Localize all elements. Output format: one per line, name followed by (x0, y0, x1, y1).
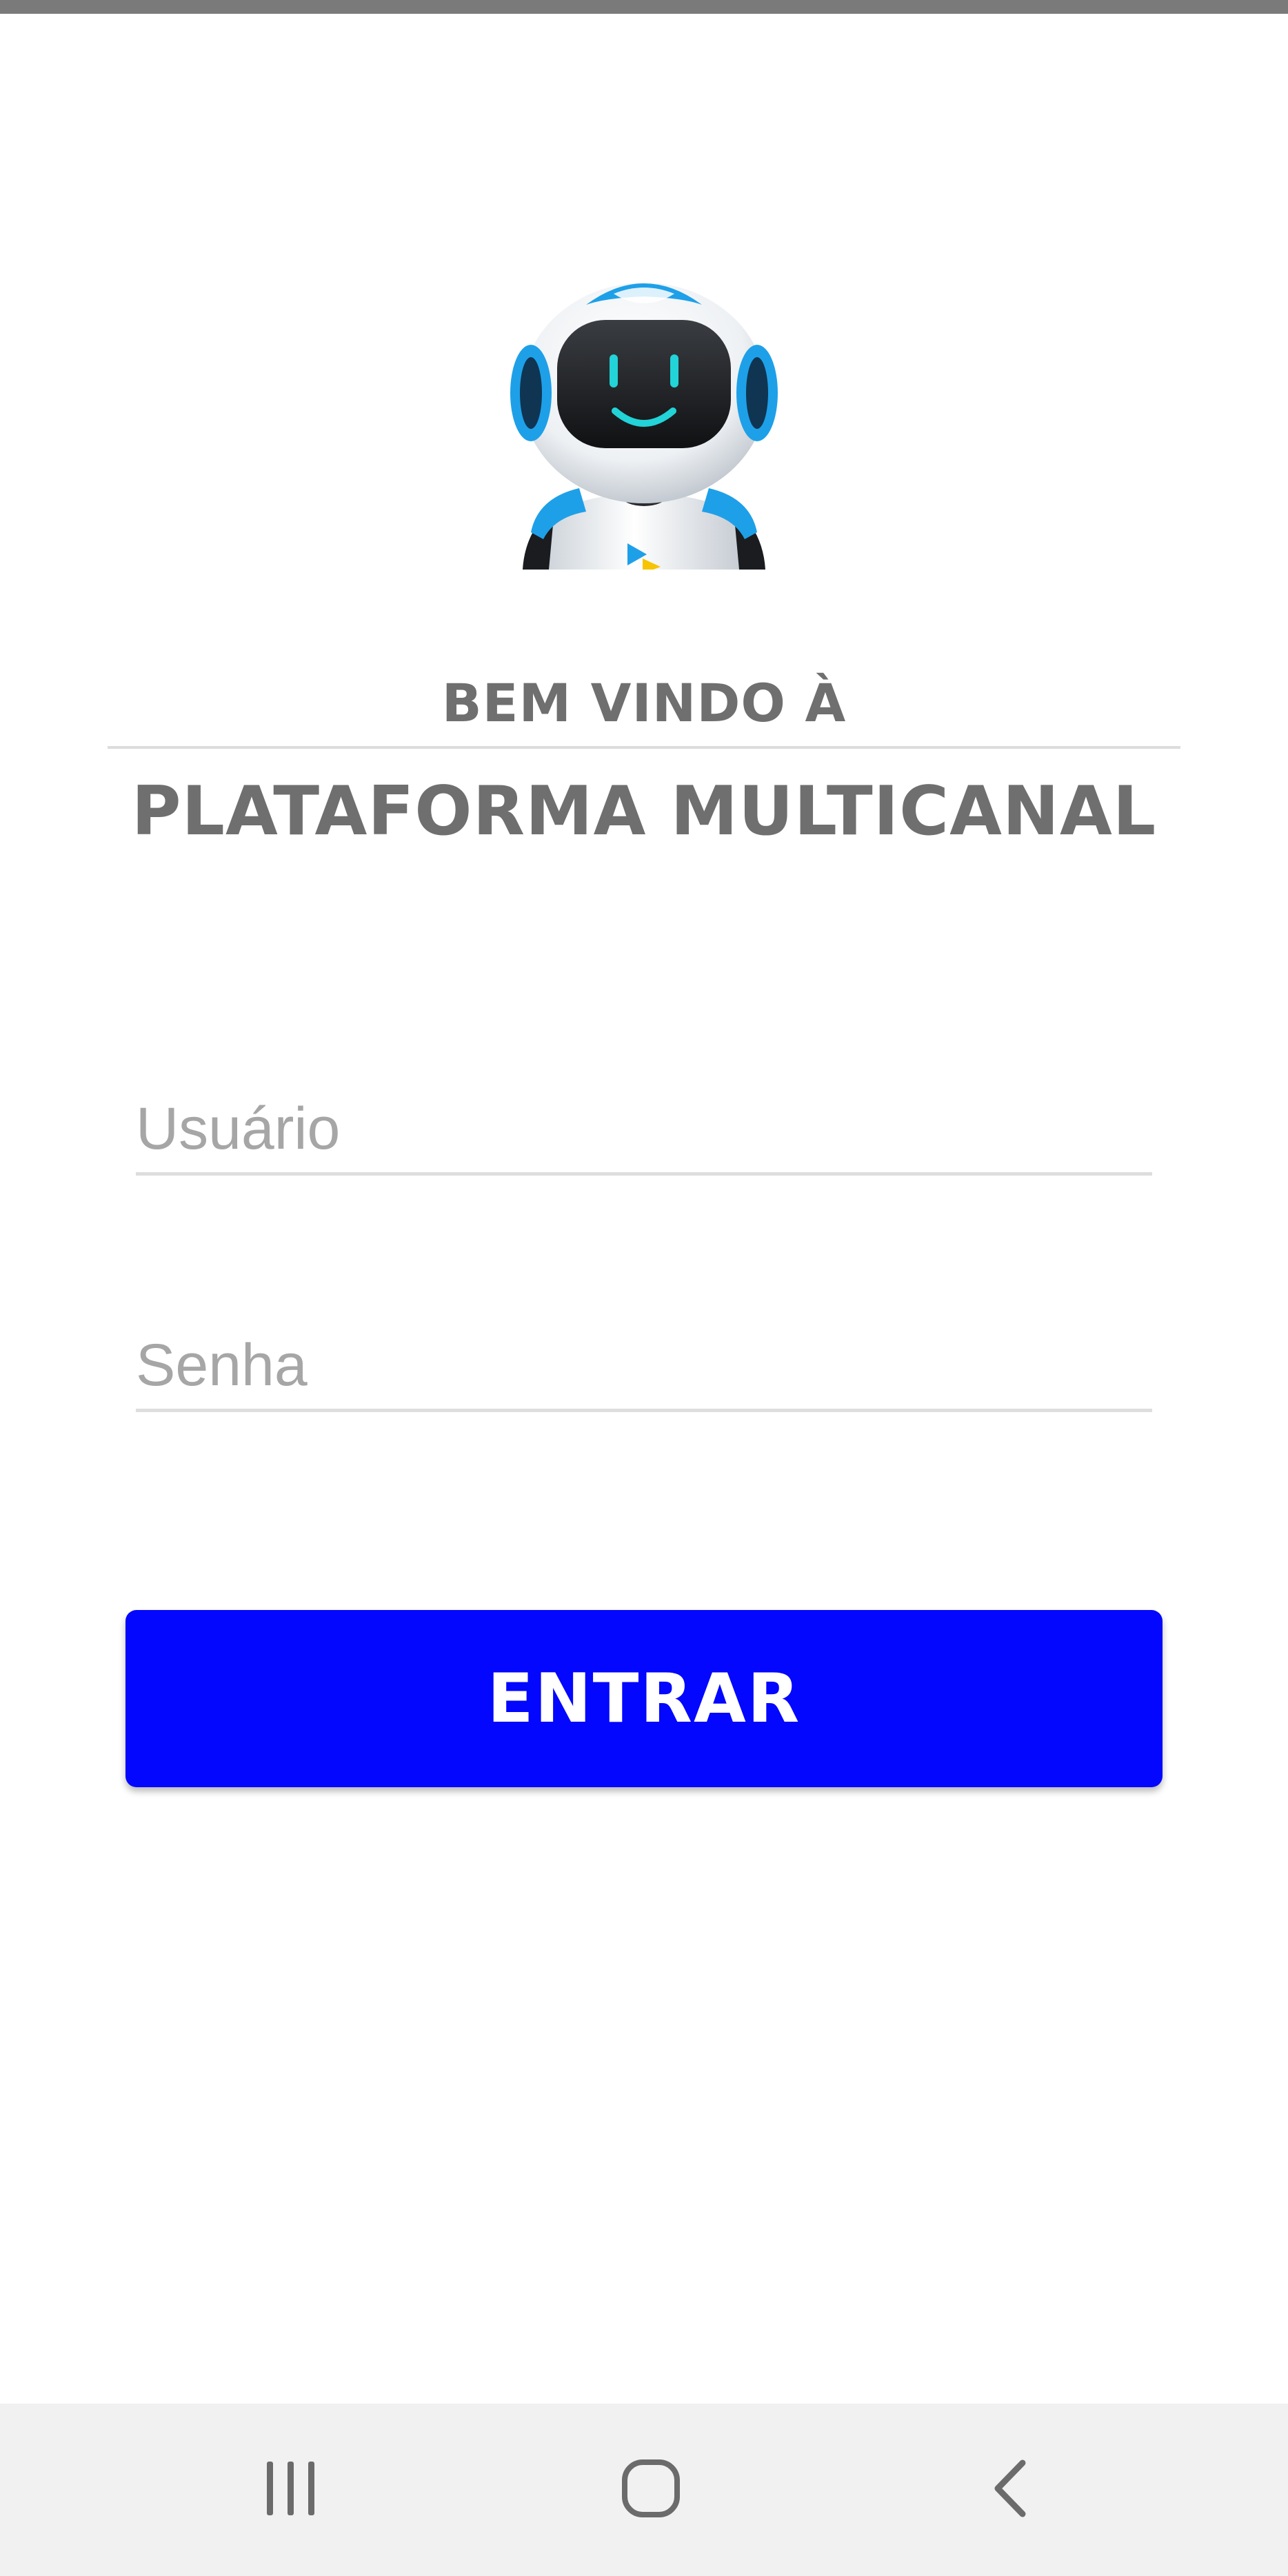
username-input[interactable] (136, 1086, 1152, 1176)
back-icon (981, 2457, 1043, 2523)
status-bar (0, 0, 1288, 14)
platform-title: PLATAFORMA MULTICANAL (131, 772, 1157, 851)
title-divider (108, 746, 1180, 749)
home-icon (618, 2455, 684, 2525)
welcome-heading: BEM VINDO À (441, 672, 847, 734)
recent-apps-button[interactable] (208, 2404, 374, 2576)
android-navigation-bar (0, 2404, 1288, 2576)
password-input[interactable] (136, 1322, 1152, 1412)
recent-apps-icon (260, 2457, 322, 2523)
home-button[interactable] (568, 2404, 734, 2576)
login-screen: BEM VINDO À PLATAFORMA MULTICANAL ENTRAR (0, 0, 1288, 2576)
enter-button[interactable]: ENTRAR (125, 1610, 1163, 1787)
back-button[interactable] (929, 2404, 1095, 2576)
robot-mascot-image (483, 255, 805, 570)
